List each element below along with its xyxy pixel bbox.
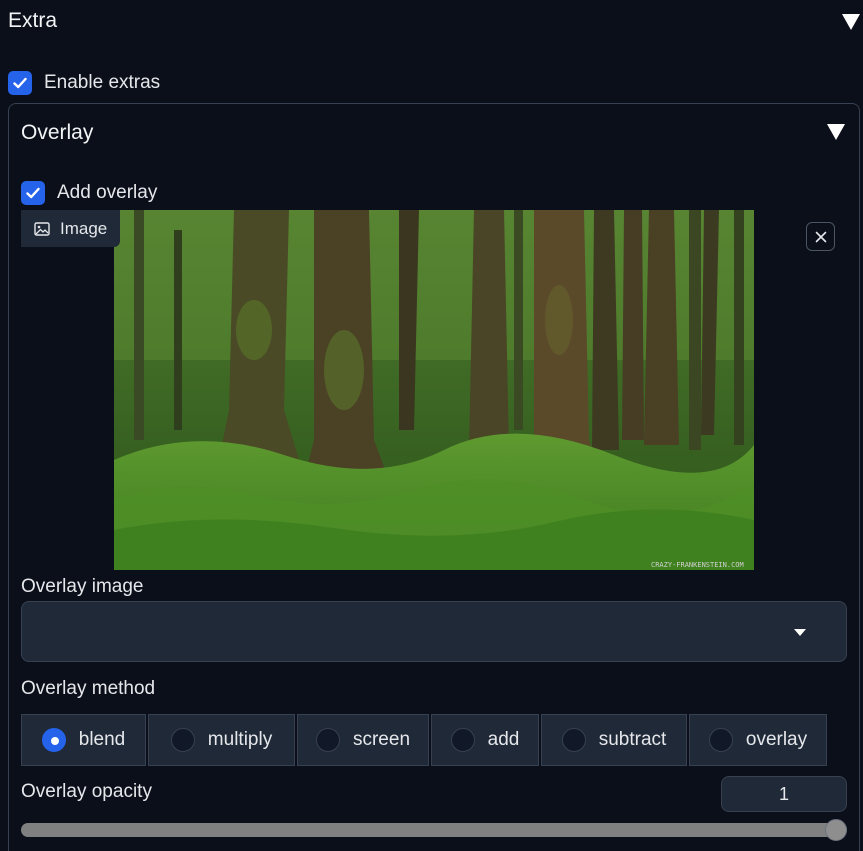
add-overlay-label: Add overlay: [57, 182, 158, 203]
method-option-subtract[interactable]: subtract: [541, 714, 687, 766]
image-icon: [34, 221, 50, 236]
overlay-method-radio-group: blend multiply screen add subtract overl…: [21, 714, 827, 766]
method-option-blend[interactable]: blend: [21, 714, 146, 766]
enable-extras-checkbox[interactable]: Enable extras: [8, 71, 160, 95]
overlay-image-label: Overlay image: [21, 576, 144, 597]
enable-extras-label: Enable extras: [44, 72, 161, 93]
overlay-image-dropdown[interactable]: [21, 601, 847, 662]
opacity-slider-track[interactable]: [21, 823, 847, 837]
method-label-multiply: multiply: [207, 729, 273, 750]
method-option-multiply[interactable]: multiply: [148, 714, 295, 766]
method-label-screen: screen: [352, 729, 411, 750]
method-label-subtract: subtract: [598, 729, 667, 750]
radio-icon[interactable]: [450, 728, 475, 752]
checkmark-icon[interactable]: [8, 71, 32, 95]
method-option-overlay[interactable]: overlay: [689, 714, 827, 766]
method-label-add: add: [487, 729, 520, 750]
radio-icon[interactable]: [315, 728, 340, 752]
method-label-overlay: overlay: [745, 729, 808, 750]
radio-selected-icon[interactable]: [41, 728, 66, 752]
method-label-blend: blend: [78, 729, 126, 750]
overlay-collapse-icon[interactable]: [827, 124, 845, 140]
radio-icon[interactable]: [708, 728, 733, 752]
radio-icon[interactable]: [170, 728, 195, 752]
extra-collapse-icon[interactable]: [842, 14, 860, 30]
clear-image-button[interactable]: [806, 222, 835, 251]
overlay-opacity-label: Overlay opacity: [21, 781, 152, 802]
image-tag: Image: [21, 210, 120, 247]
chevron-down-icon: [794, 629, 806, 636]
extra-title: Extra: [8, 9, 58, 32]
overlay-method-label: Overlay method: [21, 678, 156, 699]
overlay-title: Overlay: [21, 121, 94, 144]
opacity-slider-thumb[interactable]: [825, 819, 847, 841]
radio-icon[interactable]: [561, 728, 586, 752]
image-watermark: CRAZY-FRANKENSTEIN.COM: [651, 561, 744, 569]
checkmark-icon[interactable]: [21, 181, 45, 205]
opacity-number-input[interactable]: 1: [721, 776, 847, 812]
overlay-image-preview[interactable]: CRAZY-FRANKENSTEIN.COM: [114, 210, 754, 570]
add-overlay-checkbox[interactable]: Add overlay: [21, 181, 157, 205]
method-option-add[interactable]: add: [431, 714, 539, 766]
method-option-screen[interactable]: screen: [297, 714, 429, 766]
close-icon: [815, 231, 826, 242]
image-tag-label: Image: [60, 218, 108, 238]
